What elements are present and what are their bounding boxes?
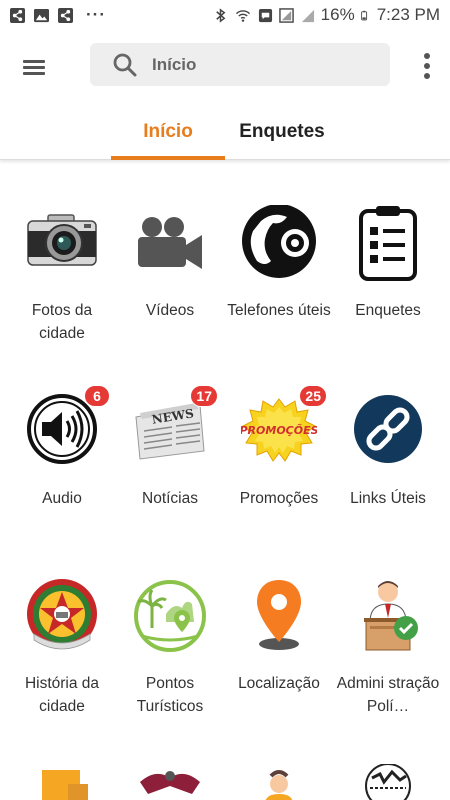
grid-item-pontos[interactable]: Pontos Turísticos (115, 578, 225, 718)
battery-icon (360, 10, 367, 20)
wifi-icon (235, 9, 250, 22)
more-notifications: ··· (86, 5, 106, 24)
grid-item-label: Links Úteis (350, 490, 426, 507)
collage-icon (365, 764, 411, 800)
grid-item-label: Notícias (142, 490, 198, 507)
grid-item-label: Enquetes (355, 302, 421, 319)
search-icon (113, 53, 137, 76)
status-system: 16% 7:23 PM (213, 5, 440, 25)
grid-item-label: Telefones úteis (227, 302, 331, 319)
grid-item-label: Admini stração Polí… (336, 675, 440, 715)
location-pin-icon (257, 580, 301, 650)
grid-item-audio[interactable]: 6 Audio (7, 385, 117, 510)
administration-icon (364, 581, 418, 651)
gallery-icon (34, 8, 49, 22)
grid-item-label: Audio (42, 490, 82, 507)
signal-box-icon (278, 7, 294, 23)
search-bar[interactable]: Início (90, 43, 390, 86)
video-camera-icon (138, 217, 202, 269)
grid-item-label: Localização (238, 675, 320, 692)
bluetooth-icon (215, 7, 226, 23)
telephone-icon (242, 205, 316, 278)
clock: 7:23 PM (376, 5, 440, 24)
clipboard-icon (359, 206, 417, 281)
person-icon (265, 770, 293, 800)
battery-percent: 16% (320, 5, 355, 24)
grid-item-promocoes[interactable]: PROMOÇÕES 25 Promoções (224, 385, 334, 510)
link-icon (354, 395, 422, 463)
building-icon (42, 770, 88, 800)
grid-item-enquetes[interactable]: Enquetes (333, 205, 443, 322)
grid-item-partial[interactable] (7, 764, 117, 800)
grid-icon-wrap: NEWS 17 (132, 385, 218, 469)
notification-badge: 17 (190, 385, 218, 407)
svg-text:PROMOÇÕES: PROMOÇÕES (241, 424, 317, 437)
grid-item-noticias[interactable]: NEWS 17 Notícias (115, 385, 225, 510)
notification-badge: 6 (84, 385, 110, 407)
message-icon (258, 8, 272, 22)
handshake-icon (140, 771, 200, 794)
app-bar: Início (0, 30, 450, 104)
status-notifications: ··· (10, 5, 106, 25)
hamburger-menu-icon[interactable] (22, 54, 48, 80)
grid-item-historia[interactable]: História da cidade (7, 578, 117, 718)
tab-enquetes[interactable]: Enquetes (225, 104, 339, 160)
tab-inicio[interactable]: Início (111, 104, 225, 160)
grid-item-videos[interactable]: Vídeos (115, 205, 225, 322)
tab-bar: Início Enquetes (0, 104, 450, 160)
cell-signal-icon (301, 9, 314, 22)
share-icon (58, 7, 73, 23)
grid-item-telefones[interactable]: Telefones úteis (224, 205, 334, 322)
grid-item-administracao[interactable]: Admini stração Polí… (333, 578, 443, 718)
grid-item-partial[interactable] (115, 764, 225, 800)
grid-item-partial[interactable] (224, 764, 334, 800)
grid-item-fotos[interactable]: Fotos da cidade (7, 205, 117, 345)
grid-item-localizacao[interactable]: Localização (224, 578, 334, 695)
tourism-icon (134, 580, 206, 652)
search-input[interactable]: Início (152, 55, 196, 75)
grid-item-label: História da cidade (24, 675, 100, 715)
grid-item-label: Pontos Turísticos (136, 675, 204, 715)
status-bar: ··· 16% 7:23 PM (0, 0, 450, 30)
grid-item-links[interactable]: Links Úteis (333, 393, 443, 510)
overflow-menu-icon[interactable] (422, 52, 432, 80)
share-icon (10, 7, 25, 23)
camera-icon (27, 214, 97, 266)
grid-item-label: Fotos da cidade (31, 302, 93, 342)
grid-item-partial[interactable] (333, 764, 443, 800)
city-crest-icon (27, 579, 97, 650)
grid-item-label: Promoções (239, 490, 319, 507)
grid-icon-wrap: 6 (24, 385, 110, 469)
grid-icon-wrap: PROMOÇÕES 25 (239, 385, 327, 469)
notification-badge: 25 (299, 385, 327, 407)
grid-item-label: Vídeos (145, 302, 195, 319)
